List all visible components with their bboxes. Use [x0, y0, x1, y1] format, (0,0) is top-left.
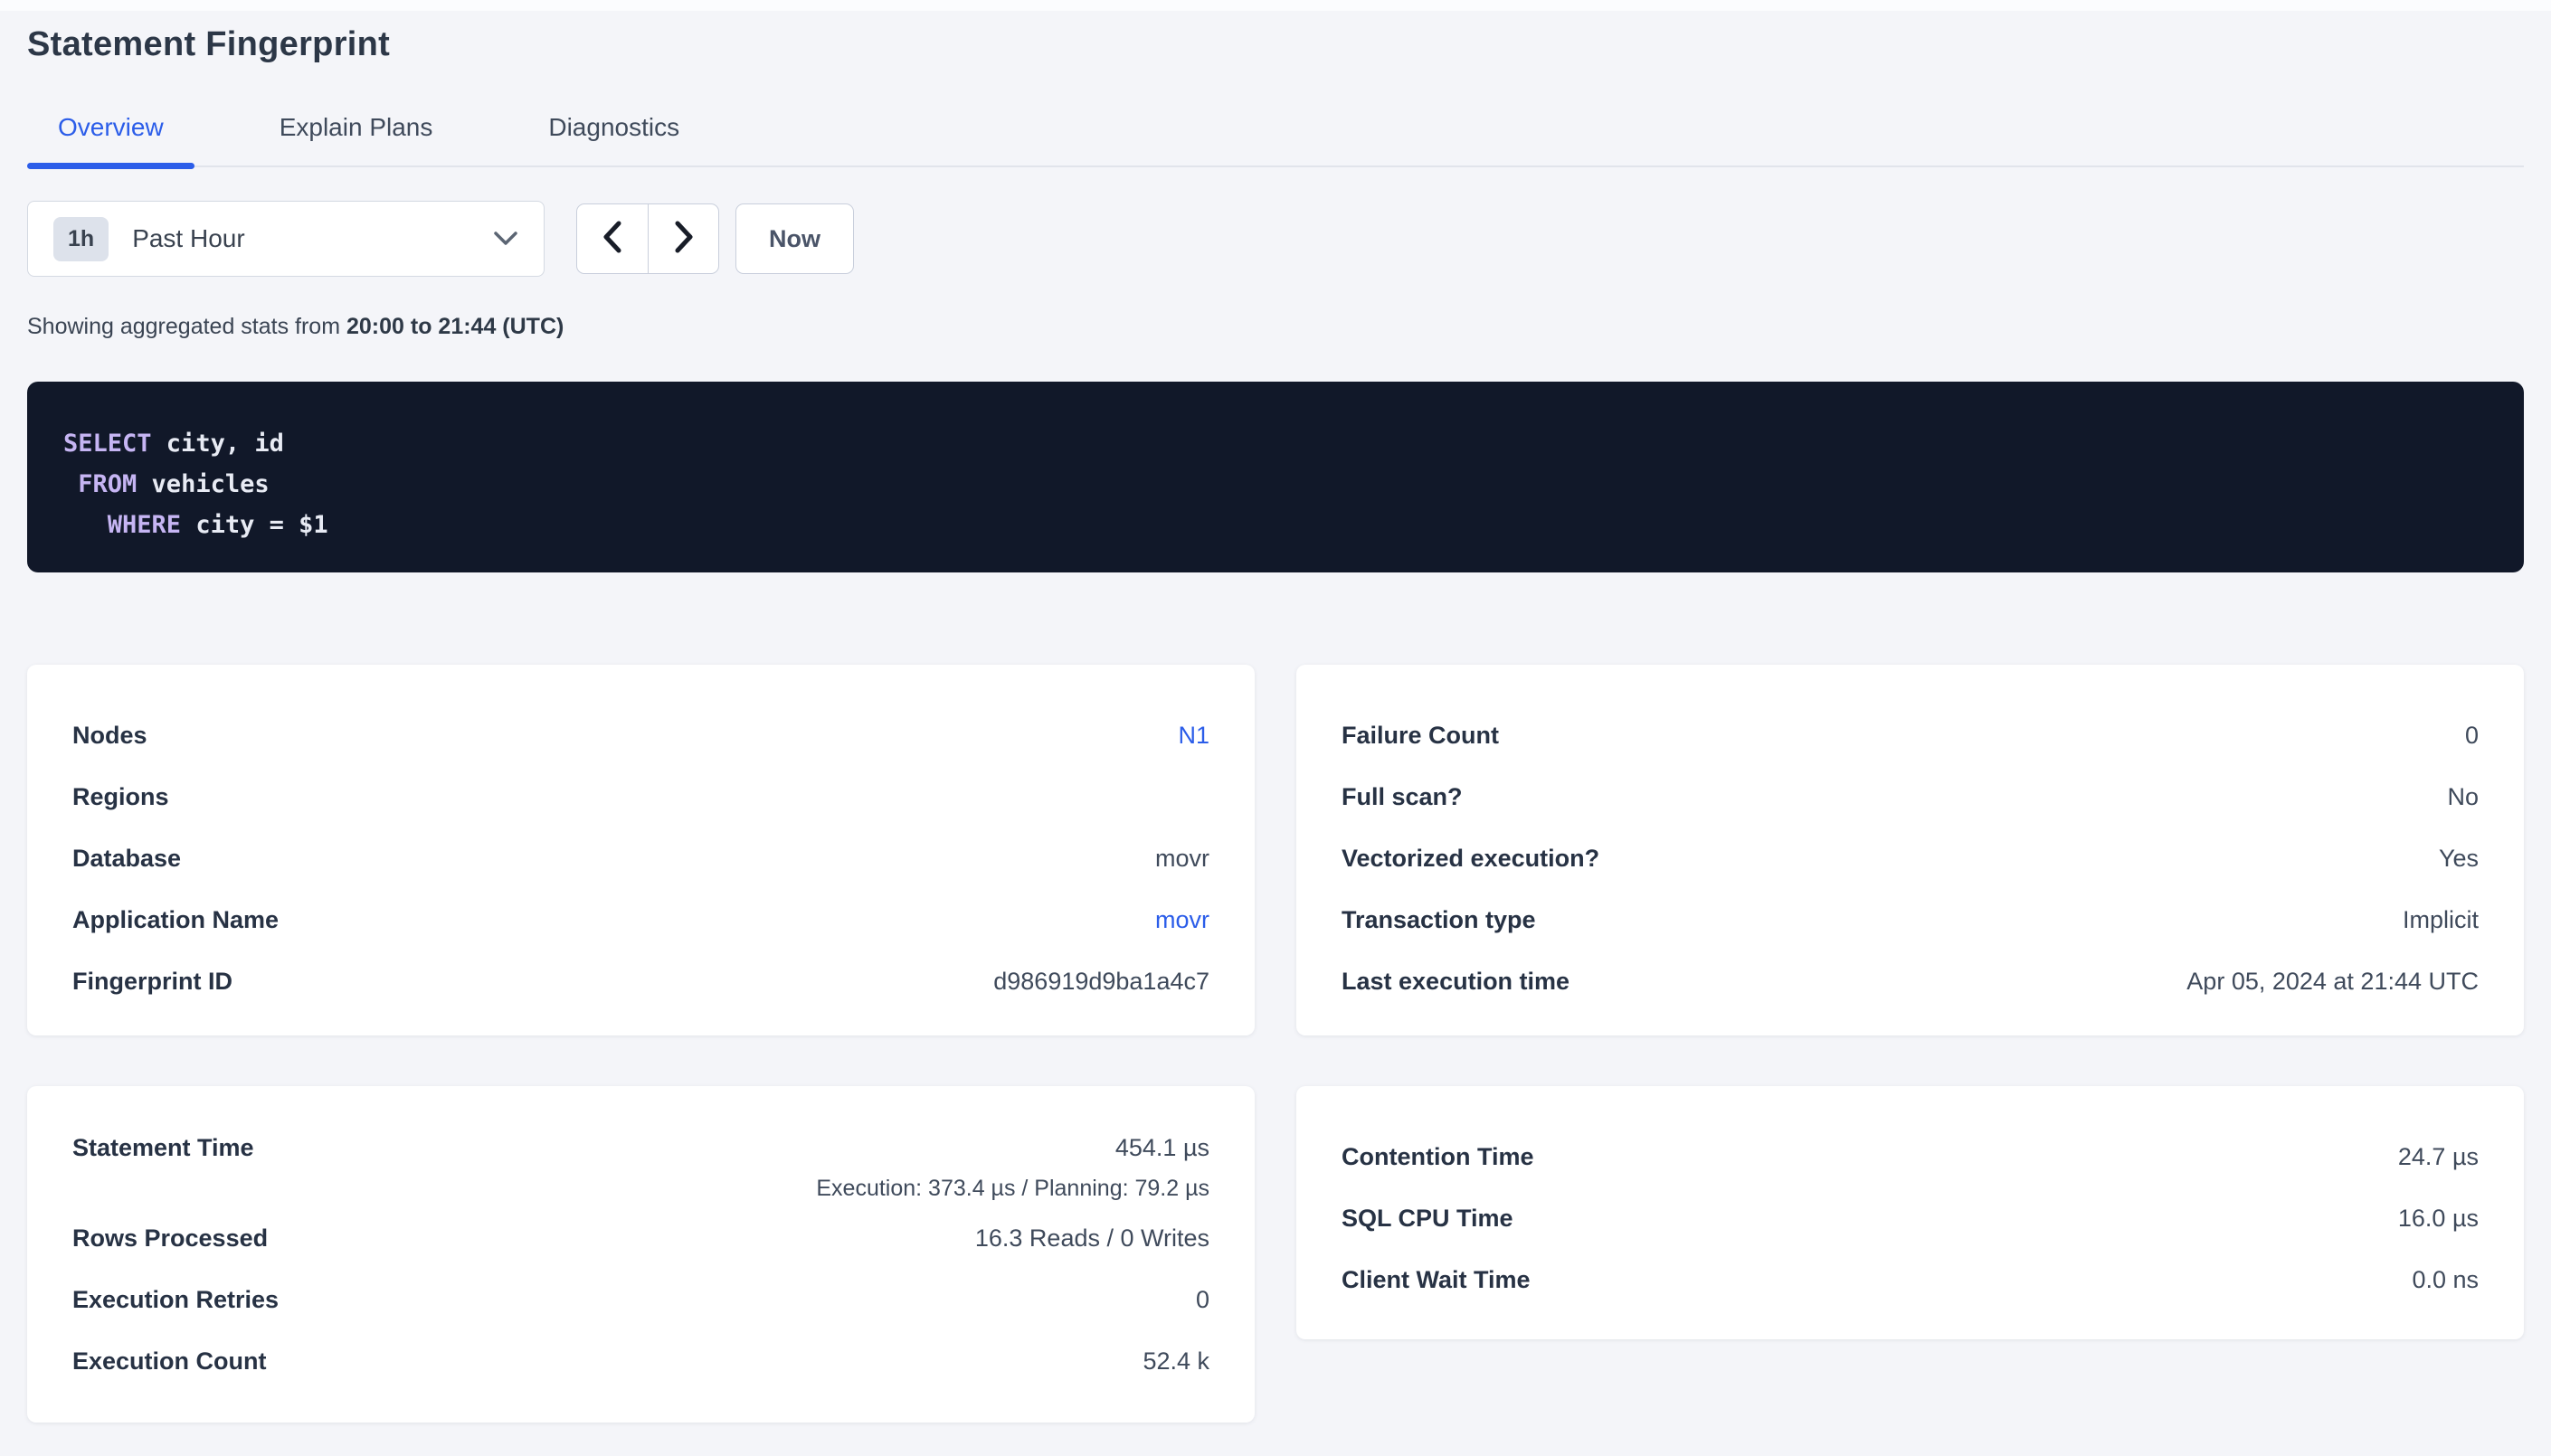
rows-processed-value: 16.3 Reads / 0 Writes [975, 1224, 1209, 1253]
application-name-link[interactable]: movr [1155, 906, 1209, 934]
nodes-row: Nodes N1 [72, 704, 1209, 766]
regions-row: Regions [72, 766, 1209, 827]
database-label: Database [72, 845, 181, 873]
tab-diagnostics[interactable]: Diagnostics [517, 113, 710, 165]
statement-details-card: Nodes N1 Regions Database movr Applicati… [27, 665, 1255, 1035]
aggregated-stats-note: Showing aggregated stats from 20:00 to 2… [27, 314, 2524, 340]
fingerprint-id-label: Fingerprint ID [72, 968, 232, 996]
prev-time-button[interactable] [577, 204, 648, 273]
chevron-right-icon [674, 221, 694, 258]
sql-cpu-time-row: SQL CPU Time 16.0 µs [1342, 1187, 2479, 1249]
last-execution-time-value: Apr 05, 2024 at 21:44 UTC [2186, 968, 2479, 996]
vectorized-execution-value: Yes [2439, 845, 2479, 873]
page-title: Statement Fingerprint [27, 0, 2524, 64]
regions-label: Regions [72, 783, 169, 811]
tab-bar: Overview Explain Plans Diagnostics [27, 113, 2524, 167]
client-wait-time-value: 0.0 ns [2412, 1266, 2479, 1294]
time-nav-group [576, 203, 719, 274]
time-range-badge: 1h [53, 217, 109, 261]
chevron-left-icon [602, 221, 622, 258]
failure-count-value: 0 [2465, 722, 2479, 750]
failure-count-row: Failure Count 0 [1342, 704, 2479, 766]
sql-keyword: SELECT [63, 430, 152, 458]
statement-time-main: 454.1 µs [1115, 1126, 1209, 1169]
tab-explain-plans[interactable]: Explain Plans [249, 113, 464, 165]
last-execution-time-label: Last execution time [1342, 968, 1569, 996]
contention-time-row: Contention Time 24.7 µs [1342, 1126, 2479, 1187]
sql-keyword: FROM [78, 470, 137, 498]
client-wait-time-row: Client Wait Time 0.0 ns [1342, 1249, 2479, 1310]
application-name-row: Application Name movr [72, 889, 1209, 950]
transaction-type-label: Transaction type [1342, 906, 1536, 934]
last-execution-time-row: Last execution time Apr 05, 2024 at 21:4… [1342, 950, 2479, 1012]
tab-overview[interactable]: Overview [27, 113, 194, 165]
nodes-link[interactable]: N1 [1178, 722, 1209, 750]
execution-attributes-card: Failure Count 0 Full scan? No Vectorized… [1296, 665, 2524, 1035]
execution-times-card: Contention Time 24.7 µs SQL CPU Time 16.… [1296, 1086, 2524, 1339]
aggregated-stats-prefix: Showing aggregated stats from [27, 314, 346, 339]
next-time-button[interactable] [648, 204, 718, 273]
execution-count-label: Execution Count [72, 1347, 267, 1376]
time-controls: 1h Past Hour [27, 200, 2524, 278]
execution-count-row: Execution Count 52.4 k [72, 1330, 1209, 1392]
sql-cpu-time-value: 16.0 µs [2398, 1205, 2479, 1233]
database-value: movr [1155, 845, 1209, 873]
sql-statement-box: SELECT city, id FROM vehicles WHERE city… [27, 382, 2524, 572]
now-button[interactable]: Now [735, 203, 854, 274]
rows-processed-row: Rows Processed 16.3 Reads / 0 Writes [72, 1207, 1209, 1269]
statement-time-row: Statement Time 454.1 µs Execution: 373.4… [72, 1126, 1209, 1207]
failure-count-label: Failure Count [1342, 722, 1499, 750]
application-name-label: Application Name [72, 906, 279, 934]
vectorized-execution-row: Vectorized execution? Yes [1342, 827, 2479, 889]
sql-line-2: FROM vehicles [63, 464, 2488, 505]
vectorized-execution-label: Vectorized execution? [1342, 845, 1599, 873]
contention-time-value: 24.7 µs [2398, 1143, 2479, 1171]
fingerprint-id-value: d986919d9ba1a4c7 [993, 968, 1209, 996]
statement-time-breakdown: Execution: 373.4 µs / Planning: 79.2 µs [816, 1169, 1209, 1207]
sql-keyword: WHERE [108, 511, 181, 539]
full-scan-value: No [2447, 783, 2479, 811]
fingerprint-id-row: Fingerprint ID d986919d9ba1a4c7 [72, 950, 1209, 1012]
database-row: Database movr [72, 827, 1209, 889]
execution-retries-row: Execution Retries 0 [72, 1269, 1209, 1330]
transaction-type-row: Transaction type Implicit [1342, 889, 2479, 950]
rows-processed-label: Rows Processed [72, 1224, 268, 1253]
transaction-type-value: Implicit [2403, 906, 2479, 934]
client-wait-time-label: Client Wait Time [1342, 1266, 1531, 1294]
execution-stats-card: Statement Time 454.1 µs Execution: 373.4… [27, 1086, 1255, 1423]
statement-time-label: Statement Time [72, 1126, 254, 1169]
nodes-label: Nodes [72, 722, 147, 750]
time-range-selected-label: Past Hour [132, 224, 245, 253]
sql-line-3: WHERE city = $1 [63, 505, 2488, 545]
execution-retries-value: 0 [1196, 1286, 1209, 1314]
time-range-dropdown[interactable]: 1h Past Hour [27, 201, 545, 277]
execution-retries-label: Execution Retries [72, 1286, 279, 1314]
statement-time-value: 454.1 µs Execution: 373.4 µs / Planning:… [816, 1126, 1209, 1207]
full-scan-label: Full scan? [1342, 783, 1463, 811]
aggregated-stats-range: 20:00 to 21:44 (UTC) [346, 314, 564, 339]
statement-fingerprint-page: Statement Fingerprint Overview Explain P… [0, 0, 2551, 1423]
summary-cards: Nodes N1 Regions Database movr Applicati… [27, 665, 2524, 1423]
execution-count-value: 52.4 k [1143, 1347, 1209, 1376]
full-scan-row: Full scan? No [1342, 766, 2479, 827]
sql-line-1: SELECT city, id [63, 423, 2488, 464]
sql-cpu-time-label: SQL CPU Time [1342, 1205, 1513, 1233]
contention-time-label: Contention Time [1342, 1143, 1534, 1171]
chevron-down-icon [493, 231, 518, 247]
